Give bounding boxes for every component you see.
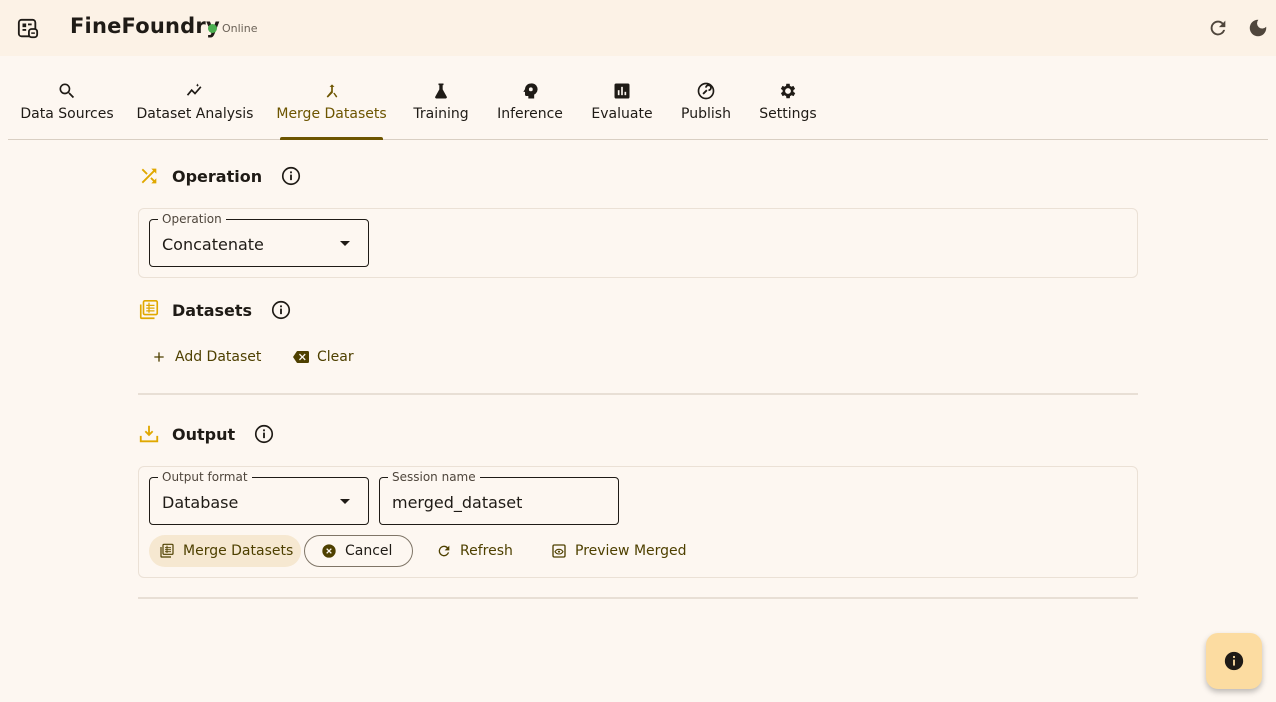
app-header: FineFoundry Online <box>0 0 1276 56</box>
dark-mode-icon[interactable] <box>1247 17 1269 39</box>
info-icon[interactable] <box>253 423 275 445</box>
info-icon[interactable] <box>280 165 302 187</box>
button-label: Merge Datasets <box>183 543 294 559</box>
tab-evaluate[interactable]: Evaluate <box>591 56 653 139</box>
button-label: Cancel <box>345 543 393 559</box>
backspace-icon <box>293 351 309 363</box>
output-format-select[interactable]: Output format Database <box>149 470 369 525</box>
field-value: Concatenate <box>162 235 264 254</box>
section-divider <box>138 597 1138 599</box>
app-logo-icon <box>17 18 39 39</box>
section-title: Datasets <box>172 300 253 320</box>
refresh-icon <box>438 545 450 557</box>
add-dataset-button[interactable]: Add Dataset <box>151 349 261 365</box>
field-value: Database <box>162 493 239 512</box>
publish-icon <box>697 82 715 100</box>
tab-label: Data Sources <box>20 106 114 122</box>
status-text: Online <box>222 22 258 35</box>
tab-label: Evaluate <box>591 106 653 122</box>
cancel-icon <box>322 544 336 558</box>
status-dot <box>208 24 217 33</box>
tab-label: Inference <box>497 106 563 122</box>
button-label: Clear <box>317 349 354 365</box>
button-label: Add Dataset <box>175 349 262 365</box>
bar-chart-icon <box>614 83 630 99</box>
psychology-icon <box>523 83 538 99</box>
merge-datasets-button[interactable]: Merge Datasets <box>149 535 302 567</box>
info-icon[interactable] <box>270 299 292 321</box>
dropdown-arrow-icon <box>340 499 350 504</box>
datasets-header: Datasets <box>138 299 292 321</box>
gear-icon <box>780 83 796 99</box>
session-name-input[interactable]: Session name merged_dataset <box>379 470 619 525</box>
status-indicator: Online <box>208 22 257 35</box>
tab-label: Merge Datasets <box>276 106 387 122</box>
download-icon <box>139 425 159 443</box>
section-title: Output <box>172 424 236 444</box>
insights-icon <box>186 83 202 96</box>
search-icon <box>59 83 75 99</box>
button-label: Preview Merged <box>575 543 687 559</box>
field-label: Output format <box>158 470 252 484</box>
dataset-icon <box>160 543 174 558</box>
field-value: merged_dataset <box>392 493 523 512</box>
tab-label: Settings <box>759 106 817 122</box>
tab-training[interactable]: Training <box>413 56 469 139</box>
tab-label: Dataset Analysis <box>136 106 254 122</box>
tab-label: Publish <box>681 106 731 122</box>
refresh-icon[interactable] <box>1207 17 1229 39</box>
dataset-icon <box>139 300 159 320</box>
output-header: Output <box>138 423 275 445</box>
tab-settings[interactable]: Settings <box>759 56 817 139</box>
tab-merge-datasets[interactable]: Merge Datasets <box>276 56 387 140</box>
button-label: Refresh <box>460 543 513 559</box>
app-title: FineFoundry <box>70 14 220 38</box>
tab-bar: Data Sources Dataset Analysis Merge Data… <box>8 56 1268 140</box>
section-title: Operation <box>172 166 263 186</box>
tab-inference[interactable]: Inference <box>497 56 563 139</box>
preview-icon <box>552 544 566 558</box>
section-divider <box>138 393 1138 395</box>
info-fab-button[interactable] <box>1206 633 1262 689</box>
operation-header: Operation <box>138 165 302 187</box>
refresh-button[interactable]: Refresh <box>436 543 513 559</box>
tab-publish[interactable]: Publish <box>681 56 731 139</box>
flask-icon <box>435 83 447 99</box>
field-label: Operation <box>158 212 226 226</box>
plus-icon <box>154 352 164 362</box>
merge-icon <box>326 84 337 98</box>
shuffle-icon <box>141 168 157 184</box>
preview-merged-button[interactable]: Preview Merged <box>551 543 687 559</box>
clear-button[interactable]: Clear <box>293 349 354 365</box>
tab-dataset-analysis[interactable]: Dataset Analysis <box>137 56 253 139</box>
info-icon <box>1224 651 1244 671</box>
tab-label: Training <box>413 106 469 122</box>
cancel-button[interactable]: Cancel <box>304 535 413 567</box>
operation-select[interactable]: Operation Concatenate <box>149 212 369 267</box>
dropdown-arrow-icon <box>340 241 350 246</box>
tab-data-sources[interactable]: Data Sources <box>20 56 114 139</box>
field-label: Session name <box>388 470 480 484</box>
